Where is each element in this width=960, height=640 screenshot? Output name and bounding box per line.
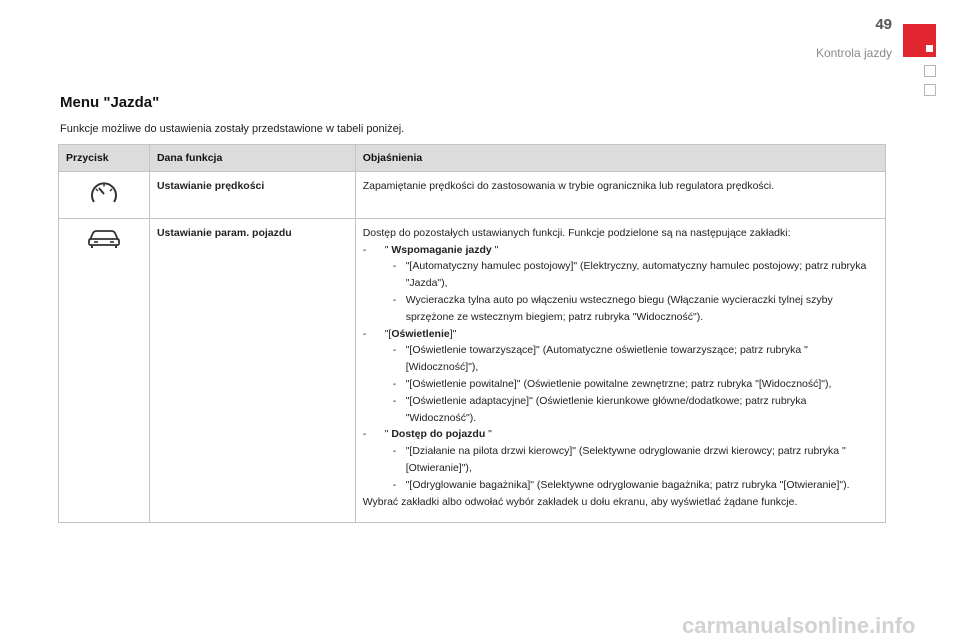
column-header: Przycisk: [58, 144, 150, 172]
explanation-outro: Wybrać zakładki albo odwołać wybór zakła…: [362, 495, 798, 508]
list-item: - "[Automatyczny hamulec postojowy]" (Ele…: [392, 260, 867, 290]
explanation: Dostęp do pozostałych ustawianych funkcj…: [354, 217, 887, 524]
tab-group: - " Dostęp do pojazdu ": [362, 428, 492, 441]
button-cell: [58, 171, 150, 219]
table-row: Ustawianie prędkości Zapamiętanie prędko…: [58, 171, 887, 219]
tab-group: - "[Oświetlenie]": [362, 327, 457, 340]
list-item: - "[Oświetlenie powitalne]" (Oświetlenie …: [392, 377, 832, 390]
list-item: - "[Działanie na pilota drzwi kierowcy]" …: [392, 445, 846, 474]
intro-text: Funkcje możliwe do ustawienia zostały pr…: [60, 123, 405, 135]
functions-table: Przycisk Dana funkcja Objaśnienia Ustawi…: [58, 144, 887, 524]
chapter-tab[interactable]: [924, 65, 936, 77]
tab-name: Wspomaganie jazdy: [391, 243, 492, 256]
page-number: 49: [875, 16, 892, 33]
explanation: Zapamiętanie prędkości do zastosowania w…: [354, 171, 887, 219]
list-item: - "[Odryglowanie bagażnika]" (Selektywne …: [392, 478, 850, 491]
explanation-intro: Dostęp do pozostałych ustawianych funkcj…: [362, 226, 791, 239]
table-header-row: Przycisk Dana funkcja Objaśnienia: [58, 144, 887, 172]
watermark: carmanualsonline.info: [682, 613, 916, 638]
column-header: Objaśnienia: [354, 144, 887, 172]
section-title: Kontrola jazdy: [815, 46, 892, 60]
tab-group: - " Wspomaganie jazdy ": [362, 243, 499, 256]
function-name: Ustawianie param. pojazdu: [148, 217, 356, 524]
list-item: - Wycieraczka tylna auto po włączeniu wst…: [392, 293, 833, 323]
car-icon: [88, 229, 120, 248]
square-icon: [926, 45, 933, 52]
button-cell: [58, 217, 150, 524]
chapter-tab-active[interactable]: [903, 24, 936, 57]
chapter-tab[interactable]: [924, 84, 936, 96]
column-header: Dana funkcja: [148, 144, 356, 172]
speedometer-icon: [91, 182, 117, 203]
tab-name: Oświetlenie: [391, 327, 450, 340]
page-title: Menu "Jazda": [60, 94, 160, 111]
list-item: - "[Oświetlenie towarzyszące]" (Automatyc…: [392, 344, 808, 374]
list-item: - "[Oświetlenie adaptacyjne]" (Oświetleni…: [392, 394, 807, 424]
function-name: Ustawianie prędkości: [148, 171, 356, 219]
table-row: Ustawianie param. pojazdu Dostęp do pozo…: [58, 217, 887, 524]
tab-name: Dostęp do pojazdu: [391, 428, 486, 441]
